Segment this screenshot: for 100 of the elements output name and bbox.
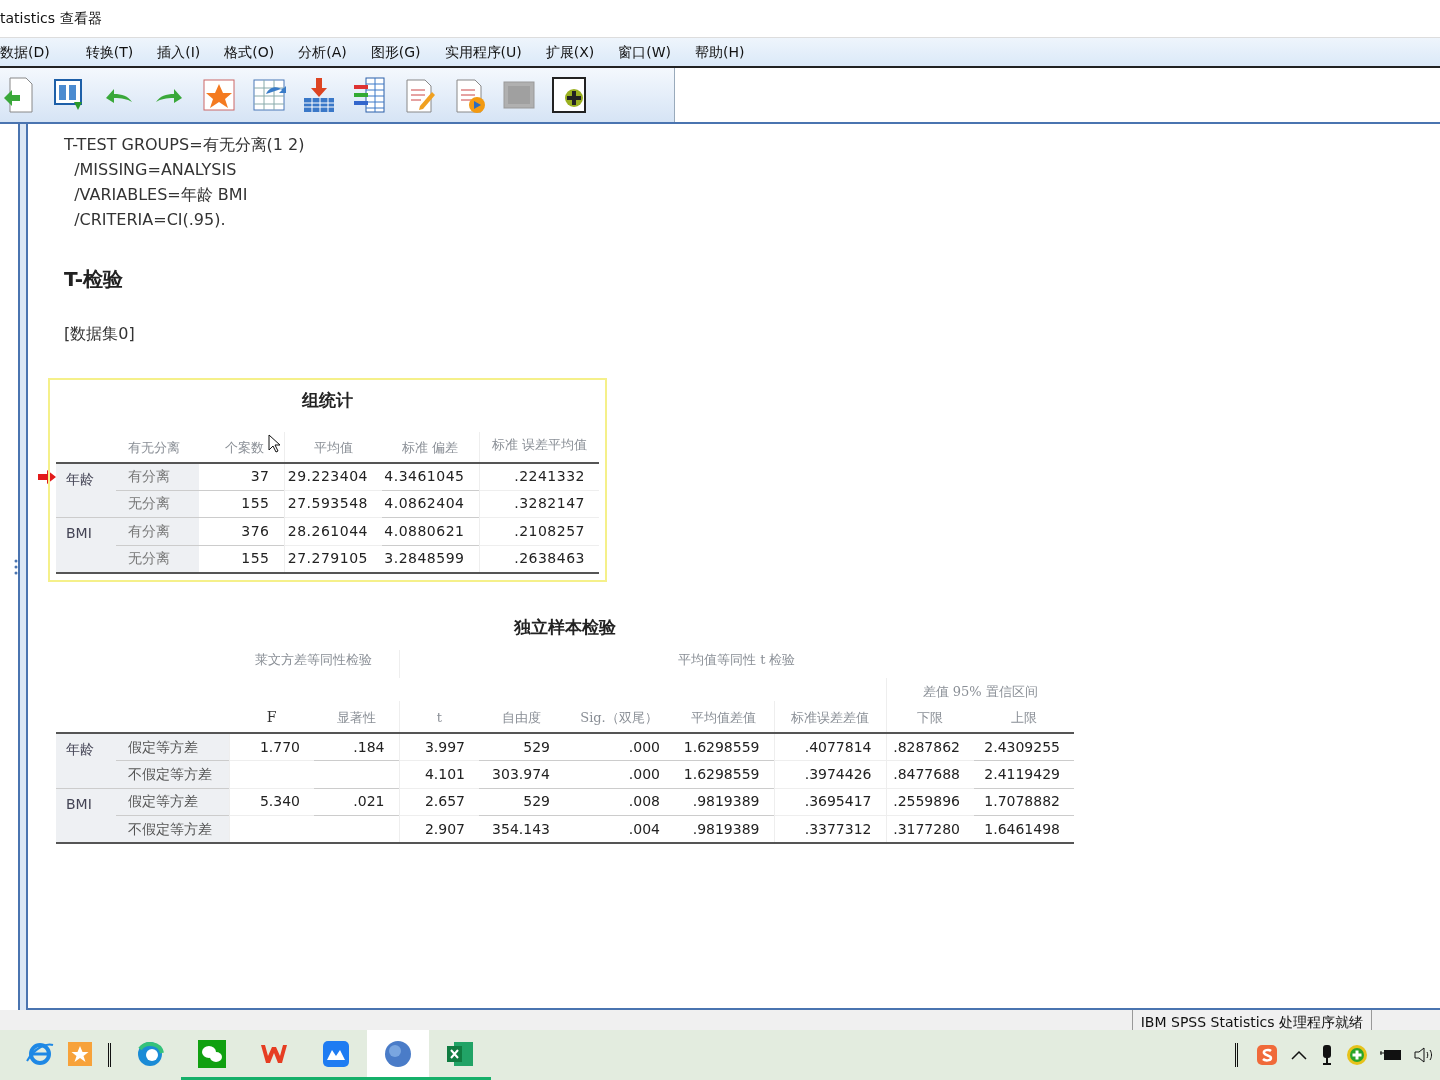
group-statistics-table[interactable]: 组统计 有无分离 个案数 平均值 标准 偏差 标准 误差平均值 年龄 有分离 37 29.223404 4.3461045 .2241332 无分离 155 27.593548 4.0862404 .3282147 BMI 有分离 376 28.261044 4.0880621 .2108257 无分离 155 27.279105 3.2848599 .2638463 xyxy=(56,386,599,574)
table-cell: .2559896 xyxy=(893,793,960,810)
taskbar-button[interactable] xyxy=(367,1030,429,1080)
mountain-app-icon[interactable] xyxy=(321,1038,351,1069)
download-table-icon[interactable] xyxy=(302,76,336,114)
plus-circle-icon[interactable] xyxy=(1346,1044,1368,1066)
column-header: 下限 xyxy=(917,709,944,725)
table-cell: .000 xyxy=(628,765,660,782)
table-cell: 4.0862404 xyxy=(384,495,465,512)
table-cell: .008 xyxy=(628,793,660,810)
row-header: 年龄 xyxy=(66,741,94,757)
mouse-cursor-icon xyxy=(268,434,280,453)
table-cell: 29.223404 xyxy=(287,468,368,484)
row-label: 无分离 xyxy=(128,550,170,566)
table-cell: 303.974 xyxy=(492,765,550,782)
table-cell: .9819389 xyxy=(692,820,760,837)
battery-icon[interactable] xyxy=(1380,1048,1402,1062)
star-table-icon[interactable] xyxy=(202,76,236,114)
column-header: t xyxy=(436,709,442,725)
menu-item[interactable]: 格式(O) xyxy=(224,41,275,63)
column-header: 有无分离 xyxy=(128,440,180,455)
menu-item[interactable]: 转换(T) xyxy=(85,41,134,63)
row-label: 假定等方差 xyxy=(128,738,198,755)
chat-bubbles-icon[interactable] xyxy=(197,1038,227,1069)
input-method-icon[interactable] xyxy=(1256,1044,1278,1066)
menu-item[interactable]: 帮助(H) xyxy=(695,41,745,63)
menu-item[interactable]: 图形(G) xyxy=(370,41,421,63)
splitter-handle-icon[interactable] xyxy=(14,558,18,576)
row-label: 有分离 xyxy=(128,522,170,539)
variables-list-icon[interactable] xyxy=(352,76,386,114)
section-heading: T-检验 xyxy=(64,267,123,291)
speaker-icon[interactable] xyxy=(1414,1047,1434,1063)
table-cell: .8287862 xyxy=(893,738,960,755)
row-label: 假定等方差 xyxy=(128,793,198,810)
window-title: tatistics 查看器 xyxy=(0,9,102,28)
table-arrow-icon[interactable] xyxy=(252,76,286,114)
table-cell: .9819389 xyxy=(692,793,760,810)
syntax-line: /MISSING=ANALYSIS xyxy=(73,159,238,181)
column-header: F xyxy=(266,709,277,725)
table-cell: 1.6298559 xyxy=(683,765,760,782)
row-label: 有分离 xyxy=(128,468,170,484)
table-title: 独立样本检验 xyxy=(514,616,616,637)
syntax-line: T-TEST GROUPS=有无分离(1 2) xyxy=(64,134,306,156)
selection-arrow-icon xyxy=(38,470,56,484)
row-header: BMI xyxy=(66,525,92,541)
column-header: 标准 误差平均值 xyxy=(491,436,587,452)
column-group-header: 莱文方差等同性检验 xyxy=(255,652,373,667)
menu-item[interactable]: 插入(I) xyxy=(157,41,201,63)
table-cell: 1.770 xyxy=(259,738,300,755)
table-cell: 28.261044 xyxy=(287,522,368,539)
table-cell: 2.907 xyxy=(424,820,465,837)
table-cell: .3974426 xyxy=(804,765,872,782)
table-cell: .3695417 xyxy=(804,793,872,810)
row-label: 无分离 xyxy=(128,495,170,512)
table-cell: .184 xyxy=(353,738,385,755)
table-cell: .021 xyxy=(353,793,385,810)
table-cell: .2241332 xyxy=(514,468,585,484)
table-cell: 354.143 xyxy=(492,820,550,837)
table-cell: 4.101 xyxy=(424,765,465,782)
table-cell: .3177280 xyxy=(893,820,960,837)
menu-item[interactable]: 数据(D) xyxy=(0,41,50,63)
table-cell: 1.6298559 xyxy=(683,738,760,755)
menu-item[interactable]: 实用程序(U) xyxy=(444,41,522,63)
table-title: 组统计 xyxy=(302,390,353,410)
table-cell: 5.340 xyxy=(259,793,300,810)
table-cell: 3.997 xyxy=(424,738,465,755)
table-cell: 27.279105 xyxy=(287,550,368,566)
table-cell: 376 xyxy=(241,522,270,539)
dataset-label: [数据集0] xyxy=(64,324,135,343)
row-header: 年龄 xyxy=(66,470,94,487)
table-cell: 3.2848599 xyxy=(384,550,465,566)
table-cell: .2638463 xyxy=(514,550,585,566)
open-file-icon[interactable] xyxy=(2,76,36,114)
chevron-up-icon[interactable] xyxy=(1290,1049,1308,1061)
table-cell: .004 xyxy=(628,820,660,837)
menu-item[interactable]: 分析(A) xyxy=(298,41,347,63)
table-cell: 2.4119429 xyxy=(984,765,1060,782)
column-header: 标准 偏差 xyxy=(402,440,459,455)
table-cell: 2.657 xyxy=(424,793,465,810)
table-cell: .2108257 xyxy=(514,522,585,539)
table-cell: 37 xyxy=(250,468,270,484)
menu-item[interactable]: 窗口(W) xyxy=(618,41,671,63)
column-header: 平均值差值 xyxy=(691,709,757,725)
table-cell: .4077814 xyxy=(804,738,872,755)
table-cell: 4.3461045 xyxy=(384,468,465,484)
column-header: 显著性 xyxy=(336,709,376,725)
column-header: 自由度 xyxy=(502,709,541,725)
column-group-header: 平均值等同性 t 检验 xyxy=(678,652,796,667)
column-header: Sig.（双尾） xyxy=(580,709,658,725)
table-cell: 155 xyxy=(241,550,270,566)
microphone-icon[interactable] xyxy=(1320,1044,1334,1066)
menu-item[interactable]: 扩展(X) xyxy=(545,41,595,63)
column-group-header: 差值 95% 置信区间 xyxy=(922,683,1038,699)
table-cell: 27.593548 xyxy=(287,495,368,512)
row-label: 不假定等方差 xyxy=(128,820,212,837)
syntax-line: /VARIABLES=年龄 BMI xyxy=(73,184,249,206)
table-cell: 2.4309255 xyxy=(984,738,1060,755)
add-icon[interactable] xyxy=(552,76,586,114)
column-header: 个案数 xyxy=(224,440,264,455)
table-cell: 529 xyxy=(523,738,550,755)
